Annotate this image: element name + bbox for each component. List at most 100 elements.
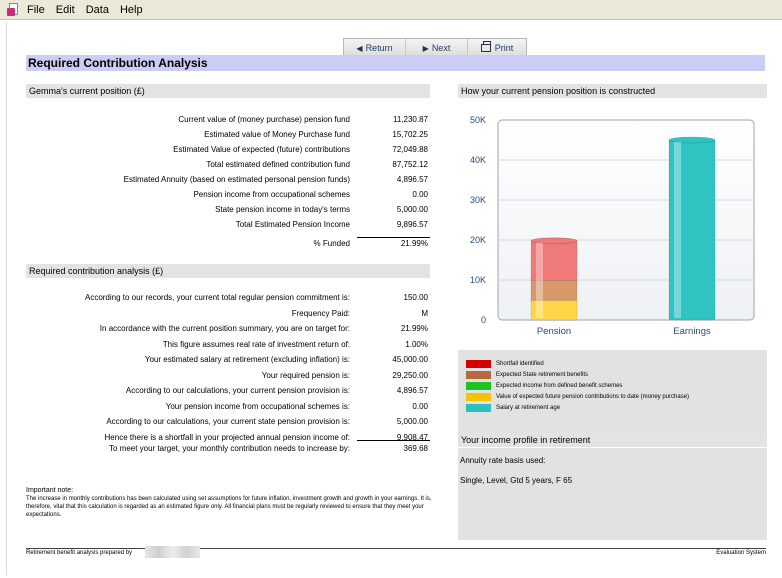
app-icon — [7, 2, 19, 17]
required-analysis-row-label: This figure assumes real rate of investm… — [162, 339, 350, 349]
x-category-label: Earnings — [673, 326, 711, 337]
print-label: Print — [494, 43, 514, 53]
required-analysis-row-label: Your estimated salary at retirement (exc… — [144, 355, 350, 364]
current-position-row-label: Total estimated defined contribution fun… — [206, 160, 350, 169]
menu-data[interactable]: Data — [86, 4, 109, 16]
current-position-row: Total estimated defined contribution fun… — [26, 160, 432, 171]
current-position-row: State pension income in today's terms 5,0… — [26, 205, 432, 216]
required-analysis-row: This figure assumes real rate of investm… — [26, 340, 432, 351]
printer-icon — [480, 41, 491, 52]
required-analysis-row-label: According to our calculations, your curr… — [125, 386, 350, 395]
annuity-basis-value: Single, Level, Gtd 5 years, F 65 — [460, 476, 573, 485]
next-label: Next — [431, 43, 451, 53]
required-analysis-row: Your pension income from occupational sc… — [26, 402, 432, 413]
chart-heading: How your current pension position is con… — [458, 84, 767, 98]
required-analysis-row: According to our records, your current t… — [26, 293, 432, 304]
required-analysis-row-label: According to our records, your current t… — [84, 293, 350, 302]
back-arrow-icon: ◀ — [356, 43, 363, 53]
legend-item: Expected State retirement benefits — [466, 371, 736, 380]
current-position-row: Pension income from occupational schemes… — [26, 190, 432, 201]
current-position-row-value: 87,752.12 — [392, 160, 428, 169]
required-analysis-row: In accordance with the current position … — [26, 324, 432, 335]
required-analysis-row-label: According to our calculations, your curr… — [106, 417, 350, 426]
bar-highlight — [536, 242, 543, 318]
legend-swatch — [466, 393, 491, 401]
funded-label: % Funded — [313, 239, 350, 248]
legend-swatch — [466, 404, 491, 412]
required-analysis-row: Frequency Paid: M — [26, 309, 432, 320]
required-analysis-row: According to our calculations, your curr… — [26, 386, 432, 397]
chart-legend: Shortfall identified Expected State retir… — [458, 350, 767, 433]
legend-label: Shortfall identified — [496, 361, 544, 367]
legend-label: Salary at retirement age — [496, 405, 561, 411]
current-position-row-value: 72,049.88 — [392, 145, 428, 154]
next-arrow-icon: ▶ — [422, 43, 429, 53]
current-position-row: Estimated Value of expected (future) con… — [26, 145, 432, 156]
current-position-row-label: State pension income in today's terms — [215, 205, 350, 214]
current-position-row: Total Estimated Pension Income 9,896.57 — [26, 220, 432, 231]
legend-label: Expected income from defined benefit sch… — [496, 383, 623, 389]
menu-help[interactable]: Help — [120, 4, 143, 16]
required-analysis-row-label: In accordance with the current position … — [99, 324, 350, 333]
current-position-row-label: Current value of (money purchase) pensio… — [178, 115, 350, 124]
required-analysis-row-label: Your pension income from occupational sc… — [165, 401, 350, 411]
legend-item: Expected income from defined benefit sch… — [466, 382, 736, 391]
footer-rule — [26, 548, 766, 549]
current-position-row: Estimated Annuity (based on estimated pe… — [26, 175, 432, 186]
required-analysis-row-value: 1.00% — [405, 339, 428, 349]
page-title: Required Contribution Analysis — [26, 55, 765, 71]
current-position-row-label: Estimated Value of expected (future) con… — [173, 145, 350, 154]
required-analysis-row-label: Frequency Paid: — [291, 308, 350, 318]
current-position-row-label: Total Estimated Pension Income — [235, 220, 350, 229]
menu-bar: File Edit Data Help — [0, 0, 782, 20]
income-profile-heading: Your income profile in retirement — [458, 433, 767, 447]
current-position-heading: Gemma's current position (£) — [26, 84, 430, 98]
required-analysis-row-label: Hence there is a shortfall in your proje… — [104, 432, 350, 442]
y-tick-label: 0 — [481, 315, 486, 325]
annuity-basis-label: Annuity rate basis used: — [460, 456, 546, 465]
current-position-row-value: 4,896.57 — [396, 175, 428, 184]
current-position-row-label: Estimated value of Money Purchase fund — [204, 130, 350, 139]
footer-system-name: Evaluation System — [716, 550, 766, 556]
current-position-row: Estimated value of Money Purchase fund 15… — [26, 130, 432, 141]
menu-file[interactable]: File — [27, 4, 45, 16]
y-tick-label: 10K — [470, 275, 486, 285]
y-tick-label: 30K — [470, 195, 486, 205]
menu-edit[interactable]: Edit — [56, 4, 75, 16]
required-analysis-row-value: M — [421, 308, 428, 318]
legend-swatch — [466, 382, 491, 390]
y-tick-label: 20K — [470, 235, 486, 245]
return-label: Return — [365, 43, 393, 53]
target-label: To meet your target, your monthly contri… — [108, 444, 350, 453]
required-analysis-row-value: 5,000.00 — [396, 417, 428, 426]
required-analysis-row-value: 29,250.00 — [392, 370, 428, 380]
contribution-chart: 0 10K 20K 30K 40K 50K Pension Earnings — [470, 115, 755, 337]
note-title: Important note: — [26, 487, 74, 494]
legend-swatch — [466, 371, 491, 379]
legend-item: Value of expected future pension contrib… — [466, 393, 736, 402]
required-analysis-row-value: 0.00 — [412, 401, 428, 411]
legend-label: Expected State retirement benefits — [496, 372, 589, 378]
legend-item: Salary at retirement age — [466, 404, 736, 413]
footer-prepared-by: Retirement benefit analysis prepared by — [26, 550, 133, 556]
required-analysis-row: According to our calculations, your curr… — [26, 417, 432, 428]
chart-panel: 0 10K 20K 30K 40K 50K Pension Earnings — [458, 98, 767, 348]
target-rule — [357, 440, 430, 441]
y-tick-label: 40K — [470, 155, 486, 165]
legend-label: Value of expected future pension contrib… — [496, 394, 690, 400]
funded-value: 21.99% — [400, 239, 428, 248]
x-category-label: Pension — [537, 326, 571, 337]
funded-rule — [357, 237, 430, 238]
current-position-row-value: 5,000.00 — [396, 205, 428, 214]
bar-highlight — [674, 142, 681, 318]
target-value: 369.68 — [403, 444, 428, 453]
current-position-row-label: Pension income from occupational schemes — [193, 190, 350, 199]
required-analysis-row-value: 45,000.00 — [392, 355, 428, 364]
required-analysis-heading: Required contribution analysis (£) — [26, 264, 430, 278]
redacted-name — [145, 546, 200, 558]
required-analysis-row: Your required pension is: 29,250.00 — [26, 371, 432, 382]
legend-item: Shortfall identified — [466, 360, 736, 369]
required-analysis-row-value: 21.99% — [400, 324, 428, 333]
income-profile-panel: Annuity rate basis used: Single, Level, … — [458, 448, 767, 540]
required-analysis-row-value: 4,896.57 — [396, 386, 428, 395]
